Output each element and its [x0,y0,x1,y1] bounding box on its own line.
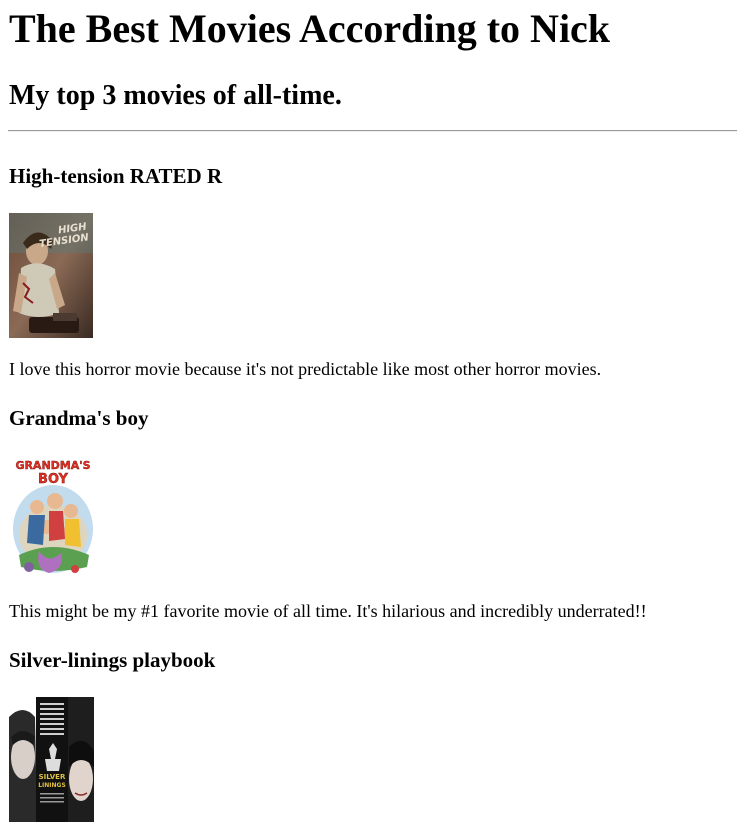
poster-text-line2: BOY [38,472,68,487]
movie-description-grandmas-boy: This might be my #1 favorite movie of al… [9,601,647,621]
page-title: The Best Movies According to Nick [9,6,611,51]
divider [8,130,737,132]
poster-grandmas-boy: GRANDMA'S BOY [9,455,97,580]
poster-text-line2: LININGS [38,782,66,789]
poster-text-line1: GRANDMA'S [15,459,90,472]
movie-description-high-tension: I love this horror movie because it's no… [9,359,602,379]
poster-high-tension: HIGH TENSION [9,213,93,338]
page-subtitle: My top 3 movies of all-time. [9,80,342,111]
movie-title-grandmas-boy: Grandma's boy [9,406,149,430]
movie-title-high-tension: High-tension RATED R [9,164,223,188]
poster-text-line1: SILVER [39,773,66,781]
movie-title-silver-linings: Silver-linings playbook [9,648,216,672]
poster-silver-linings: SILVER LININGS [9,697,94,822]
